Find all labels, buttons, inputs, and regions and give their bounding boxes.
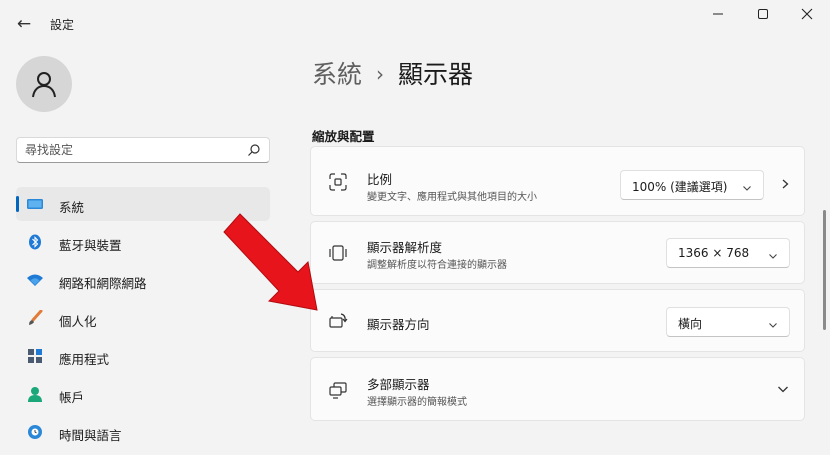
multiple-displays-card[interactable]: 多部顯示器 選擇顯示器的簡報模式 [310, 357, 805, 421]
minimize-icon [713, 13, 723, 15]
resolution-card[interactable]: 顯示器解析度 調整解析度以符合連接的顯示器 1366 × 768 [310, 221, 805, 284]
sidebar-item-label: 個人化 [59, 314, 97, 329]
close-button[interactable] [787, 6, 827, 28]
close-icon [801, 8, 813, 20]
search-icon [247, 142, 261, 161]
multiple-displays-icon [328, 380, 348, 400]
brush-icon [26, 310, 44, 326]
scale-title: 比例 [367, 172, 393, 187]
orientation-value: 橫向 [678, 317, 703, 331]
system-display-icon [26, 196, 44, 212]
scale-description: 變更文字、應用程式與其他項目的大小 [367, 192, 537, 203]
multiple-displays-description: 選擇顯示器的簡報模式 [367, 397, 467, 408]
resolution-value: 1366 × 768 [678, 246, 750, 260]
sidebar-item-label: 帳戶 [59, 390, 85, 405]
resolution-dropdown[interactable]: 1366 × 768 [666, 238, 790, 268]
scale-dropdown[interactable]: 100% (建議選項) [620, 170, 764, 200]
page-title: 顯示器 [398, 60, 474, 89]
back-button[interactable]: ← [11, 12, 37, 36]
resolution-title: 顯示器解析度 [367, 240, 443, 255]
maximize-button[interactable] [743, 6, 783, 28]
person-icon [32, 72, 56, 98]
scrollbar-thumb[interactable] [823, 210, 826, 330]
multiple-displays-title: 多部顯示器 [367, 377, 430, 392]
resolution-icon [328, 243, 348, 263]
wifi-icon [26, 272, 44, 288]
sidebar-item-label: 藍牙與裝置 [59, 238, 122, 253]
sidebar-item-time-language[interactable]: 時間與語言 [16, 415, 270, 449]
maximize-icon [758, 9, 768, 19]
account-icon [26, 386, 44, 402]
scale-card[interactable]: 比例 變更文字、應用程式與其他項目的大小 100% (建議選項) [310, 146, 805, 216]
breadcrumb-separator: › [376, 62, 385, 86]
scale-value: 100% (建議選項) [632, 180, 728, 194]
app-title: 設定 [50, 18, 75, 32]
orientation-dropdown[interactable]: 橫向 [666, 307, 790, 337]
orientation-icon [328, 311, 348, 331]
bluetooth-icon [26, 234, 44, 250]
orientation-title: 顯示器方向 [367, 317, 430, 332]
title-bar: ← 設定 [0, 0, 830, 46]
sidebar-item-label: 時間與語言 [59, 428, 122, 443]
avatar[interactable] [16, 56, 72, 112]
breadcrumb: 系統 › 顯示器 [312, 55, 473, 91]
scale-icon [328, 172, 348, 192]
arrow-left-icon: ← [16, 14, 32, 34]
annotation-arrow-icon [223, 213, 318, 311]
search-box[interactable] [16, 137, 270, 163]
resolution-description: 調整解析度以符合連接的顯示器 [367, 260, 507, 271]
sidebar-item-label: 應用程式 [59, 352, 110, 367]
chevron-down-icon [767, 316, 779, 335]
chevron-down-icon[interactable] [775, 381, 791, 397]
chevron-right-icon[interactable] [777, 176, 793, 192]
sidebar-item-apps[interactable]: 應用程式 [16, 339, 270, 373]
minimize-button[interactable] [698, 6, 738, 28]
section-title: 縮放與配置 [312, 129, 375, 144]
sidebar-item-accounts[interactable]: 帳戶 [16, 377, 270, 411]
chevron-down-icon [767, 247, 779, 266]
active-indicator [16, 196, 19, 212]
breadcrumb-parent[interactable]: 系統 [312, 60, 362, 89]
orientation-card[interactable]: 顯示器方向 橫向 [310, 289, 805, 352]
search-input[interactable] [25, 141, 235, 159]
globe-clock-icon [26, 424, 44, 440]
sidebar-item-label: 網路和網際網路 [59, 276, 147, 291]
chevron-down-icon [741, 179, 753, 198]
sidebar-item-label: 系統 [59, 200, 85, 215]
apps-icon [26, 348, 44, 364]
